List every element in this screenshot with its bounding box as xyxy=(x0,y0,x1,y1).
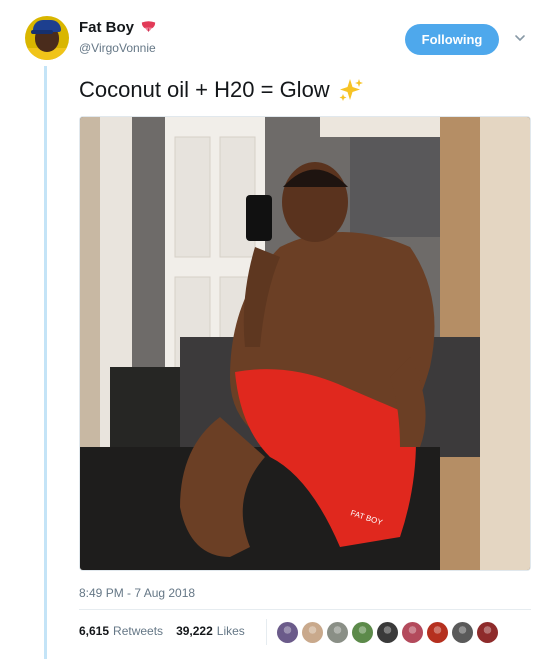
author-name-row[interactable]: Fat Boy xyxy=(79,19,157,36)
liker-avatars xyxy=(266,619,498,645)
liker-avatar-3[interactable] xyxy=(327,621,348,643)
likes-count: 39,222 xyxy=(176,624,213,638)
conversation-thread-line xyxy=(44,66,47,659)
tweet-text: Coconut oil + H20 = Glow xyxy=(79,77,330,102)
likes-stat[interactable]: 39,222 Likes xyxy=(176,624,245,638)
liker-avatar-1[interactable] xyxy=(277,621,298,643)
liker-avatar-9[interactable] xyxy=(477,621,498,643)
author-avatar[interactable] xyxy=(25,16,69,60)
likes-label: Likes xyxy=(216,624,245,638)
following-button[interactable]: Following xyxy=(405,24,499,55)
retweets-count: 6,615 xyxy=(79,624,110,638)
sparkles-icon xyxy=(339,79,363,101)
stats-divider xyxy=(79,609,531,610)
tweet-photo[interactable]: FAT BOY xyxy=(79,116,531,571)
author-handle[interactable]: @VirgoVonnie xyxy=(79,41,156,55)
tweet-stats: 6,615 Retweets 39,222 Likes xyxy=(79,624,245,638)
mirror-selfie-photo: FAT BOY xyxy=(80,117,530,570)
liker-avatar-5[interactable] xyxy=(377,621,398,643)
tweet-text-row: Coconut oil + H20 = Glow xyxy=(79,77,364,103)
tweet-timestamp[interactable]: 8:49 PM - 7 Aug 2018 xyxy=(79,586,195,600)
liker-avatar-8[interactable] xyxy=(452,621,473,643)
liker-avatar-7[interactable] xyxy=(427,621,448,643)
author-display-name[interactable]: Fat Boy xyxy=(79,19,134,36)
retweets-label: Retweets xyxy=(113,624,164,638)
retweets-stat[interactable]: 6,615 Retweets xyxy=(79,624,163,638)
liker-avatar-2[interactable] xyxy=(302,621,323,643)
chevron-down-icon[interactable] xyxy=(514,33,526,43)
tongue-face-icon xyxy=(141,21,156,32)
liker-avatar-6[interactable] xyxy=(402,621,423,643)
liker-avatar-4[interactable] xyxy=(352,621,373,643)
